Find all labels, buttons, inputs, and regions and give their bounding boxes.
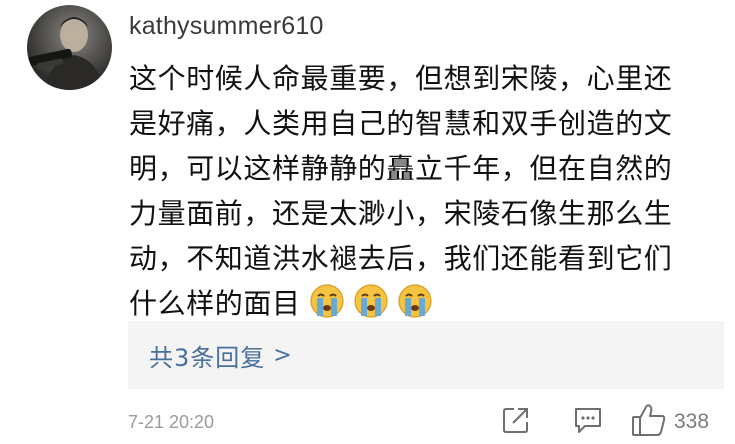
comment-line: 力量面前，还是太渺小，宋陵石像生那么生 <box>129 197 673 230</box>
avatar[interactable] <box>27 5 112 90</box>
comment-line: 是好痛，人类用自己的智慧和双手创造的文 <box>129 107 673 140</box>
comment-last-line: 什么样的面目 <box>129 281 719 326</box>
crying-face-icon <box>397 283 433 319</box>
comment-line: 这个时候人命最重要，但想到宋陵，心里还 <box>129 62 673 95</box>
comment-line: 明，可以这样静静的矗立千年，但在自然的 <box>129 152 673 185</box>
replies-box[interactable]: 共3条回复 > <box>128 321 724 389</box>
like-count: 338 <box>674 410 710 433</box>
avatar-photo <box>27 17 103 90</box>
share-icon[interactable] <box>502 406 530 438</box>
crying-face-icon <box>309 283 345 319</box>
timestamp: 7-21 20:20 <box>128 412 215 432</box>
comment-icon[interactable] <box>573 406 603 438</box>
comment-text: 这个时候人命最重要，但想到宋陵，心里还 是好痛，人类用自己的智慧和双手创造的文 … <box>129 56 719 326</box>
thumbs-up-icon[interactable] <box>631 403 667 441</box>
chevron-right-icon: > <box>273 343 293 368</box>
crying-face-icon <box>353 283 389 319</box>
view-replies-link[interactable]: 共3条回复 > <box>149 338 293 373</box>
comment-line: 动，不知道洪水褪去后，我们还能看到它们 <box>129 242 673 275</box>
replies-label: 共3条回复 <box>149 344 266 372</box>
username[interactable]: kathysummer610 <box>129 12 324 41</box>
comment-line: 什么样的面目 <box>129 287 301 320</box>
